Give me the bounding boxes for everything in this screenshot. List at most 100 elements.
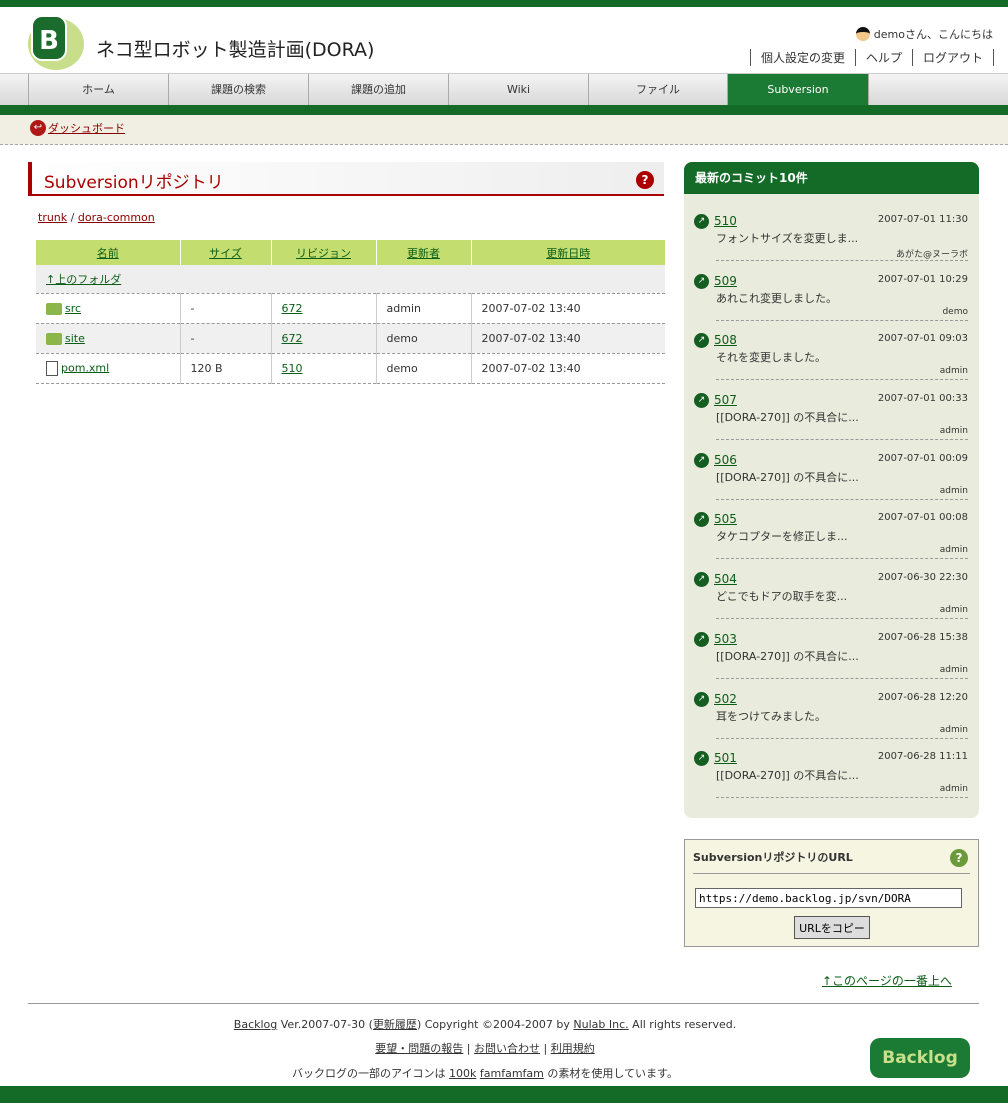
footer-links: 要望・問題の報告 | お問い合わせ | 利用規約	[0, 1040, 970, 1056]
help-icon[interactable]: ?	[636, 171, 654, 189]
back-to-top-link[interactable]: ↑このページの一番上へ	[822, 972, 952, 989]
commit-revision-link[interactable]: 503	[714, 632, 737, 646]
commit-date: 2007-07-01 00:33	[877, 393, 968, 405]
commit-revision-link[interactable]: 506	[714, 453, 737, 467]
tab-wiki[interactable]: Wiki	[448, 74, 588, 105]
page-title-text: Subversionリポジトリ	[44, 173, 224, 193]
user-avatar-icon	[855, 27, 870, 41]
copy-url-button[interactable]: URLをコピー	[794, 916, 870, 939]
divider	[716, 260, 968, 261]
tab-home[interactable]: ホーム	[28, 74, 168, 105]
dashboard-link[interactable]: ダッシュボード	[48, 120, 125, 136]
sort-date-link[interactable]: 更新日時	[546, 247, 590, 260]
backlog-footer-logo[interactable]: Backlog	[870, 1038, 970, 1078]
up-folder-link[interactable]: ↑上のフォルダ	[46, 273, 121, 286]
file-row: src - 672 admin 2007-07-02 13:40	[36, 293, 665, 324]
repo-url-input[interactable]	[695, 888, 962, 908]
size-cell: -	[180, 293, 272, 324]
commit-revision-link[interactable]: 502	[714, 692, 737, 706]
commit-revision-link[interactable]: 504	[714, 572, 737, 586]
recent-commits-title: 最新のコミット10件	[684, 162, 979, 194]
folder-icon	[46, 302, 62, 315]
terms-link[interactable]: 利用規約	[551, 1042, 595, 1055]
page-title: Subversionリポジトリ?	[28, 162, 664, 196]
100k-link[interactable]: 100k	[449, 1067, 476, 1080]
commit-arrow-icon: ↗	[694, 273, 709, 289]
commit-author: admin	[939, 426, 968, 437]
version-text: Ver.2007-07-30 (	[277, 1018, 373, 1031]
entry-link[interactable]: site	[65, 332, 85, 345]
column-name[interactable]: 名前	[36, 240, 181, 265]
commit-author: admin	[939, 545, 968, 556]
column-size[interactable]: サイズ	[180, 240, 272, 265]
author-cell: admin	[376, 293, 472, 324]
backlog-logo-icon[interactable]: B	[26, 14, 84, 70]
commit-item: ↗ 509 2007-07-01 10:29 あれこれ変更しました。 demo	[691, 263, 970, 323]
commit-arrow-icon: ↗	[694, 751, 709, 767]
contact-link[interactable]: お問い合わせ	[474, 1042, 540, 1055]
help-link[interactable]: ヘルプ	[854, 49, 912, 66]
revision-link[interactable]: 510	[282, 362, 303, 375]
sort-author-link[interactable]: 更新者	[407, 247, 440, 260]
column-author[interactable]: 更新者	[376, 240, 472, 265]
commit-revision-link[interactable]: 505	[714, 512, 737, 526]
commit-author: demo	[942, 306, 968, 317]
revision-cell: 672	[271, 323, 377, 354]
top-bar	[0, 0, 1008, 7]
sort-revision-link[interactable]: リビジョン	[296, 247, 351, 260]
logout-link[interactable]: ログアウト	[911, 49, 994, 66]
personal-settings-link[interactable]: 個人設定の変更	[749, 49, 855, 66]
nav-divider	[868, 74, 869, 105]
commit-date: 2007-07-01 00:09	[877, 452, 968, 464]
famfamfam-link[interactable]: famfamfam	[480, 1067, 544, 1080]
changelog-link[interactable]: 更新履歴	[373, 1018, 417, 1031]
divider	[716, 797, 968, 799]
credit-text: の素材を使用しています。	[543, 1067, 678, 1080]
nulab-link[interactable]: Nulab Inc.	[573, 1018, 628, 1031]
help-icon[interactable]: ?	[950, 849, 968, 867]
commit-arrow-icon: ↗	[694, 214, 709, 229]
file-icon	[46, 360, 58, 376]
size-cell: -	[180, 323, 272, 354]
column-revision[interactable]: リビジョン	[271, 240, 377, 265]
tab-subversion[interactable]: Subversion	[728, 74, 868, 105]
revision-cell: 510	[271, 353, 377, 384]
entry-link[interactable]: src	[65, 302, 81, 315]
tab-add-issue[interactable]: 課題の追加	[308, 74, 448, 105]
bottom-bar	[0, 1086, 1008, 1103]
credit-text: バックログの一部のアイコンは	[292, 1067, 449, 1080]
sort-name-link[interactable]: 名前	[97, 247, 119, 260]
commit-revision-link[interactable]: 510	[714, 214, 737, 228]
entry-link[interactable]: pom.xml	[61, 361, 109, 374]
dashboard-icon: ↩	[30, 120, 46, 136]
commit-item: ↗ 505 2007-07-01 00:08 タケコプターを修正しま... ad…	[691, 501, 970, 561]
revision-link[interactable]: 672	[282, 302, 303, 315]
commit-revision-link[interactable]: 509	[714, 274, 737, 288]
commit-revision-link[interactable]: 507	[714, 393, 737, 407]
author-cell: demo	[376, 353, 472, 384]
date-cell: 2007-07-02 13:40	[471, 353, 665, 384]
revision-cell: 672	[271, 293, 377, 324]
commit-date: 2007-06-28 11:11	[877, 751, 968, 763]
file-row: pom.xml 120 B 510 demo 2007-07-02 13:40	[36, 353, 665, 384]
path-dora-common-link[interactable]: dora-common	[78, 211, 155, 224]
path-trunk-link[interactable]: trunk	[38, 211, 67, 224]
commit-revision-link[interactable]: 508	[714, 333, 737, 347]
column-date[interactable]: 更新日時	[471, 240, 665, 265]
revision-link[interactable]: 672	[282, 332, 303, 345]
commit-arrow-icon: ↗	[694, 333, 709, 349]
backlog-link[interactable]: Backlog	[234, 1018, 277, 1031]
report-link[interactable]: 要望・問題の報告	[375, 1042, 463, 1055]
repo-url-box: SubversionリポジトリのURL ? URLをコピー	[684, 839, 979, 947]
divider	[716, 319, 968, 321]
divider	[716, 498, 968, 500]
commit-revision-link[interactable]: 501	[714, 751, 737, 765]
main-nav: ホーム 課題の検索 課題の追加 Wiki ファイル Subversion	[0, 73, 1008, 105]
sort-size-link[interactable]: サイズ	[209, 247, 242, 260]
user-links: 個人設定の変更 ヘルプ ログアウト	[749, 49, 994, 66]
commit-date: 2007-06-30 22:30	[877, 572, 968, 584]
commit-message: どこでもドアの取手を変...	[716, 590, 848, 604]
tab-search-issues[interactable]: 課題の検索	[168, 74, 308, 105]
tab-files[interactable]: ファイル	[588, 74, 728, 105]
commit-item: ↗ 506 2007-07-01 00:09 [[DORA-270]] の不具合…	[691, 442, 970, 502]
